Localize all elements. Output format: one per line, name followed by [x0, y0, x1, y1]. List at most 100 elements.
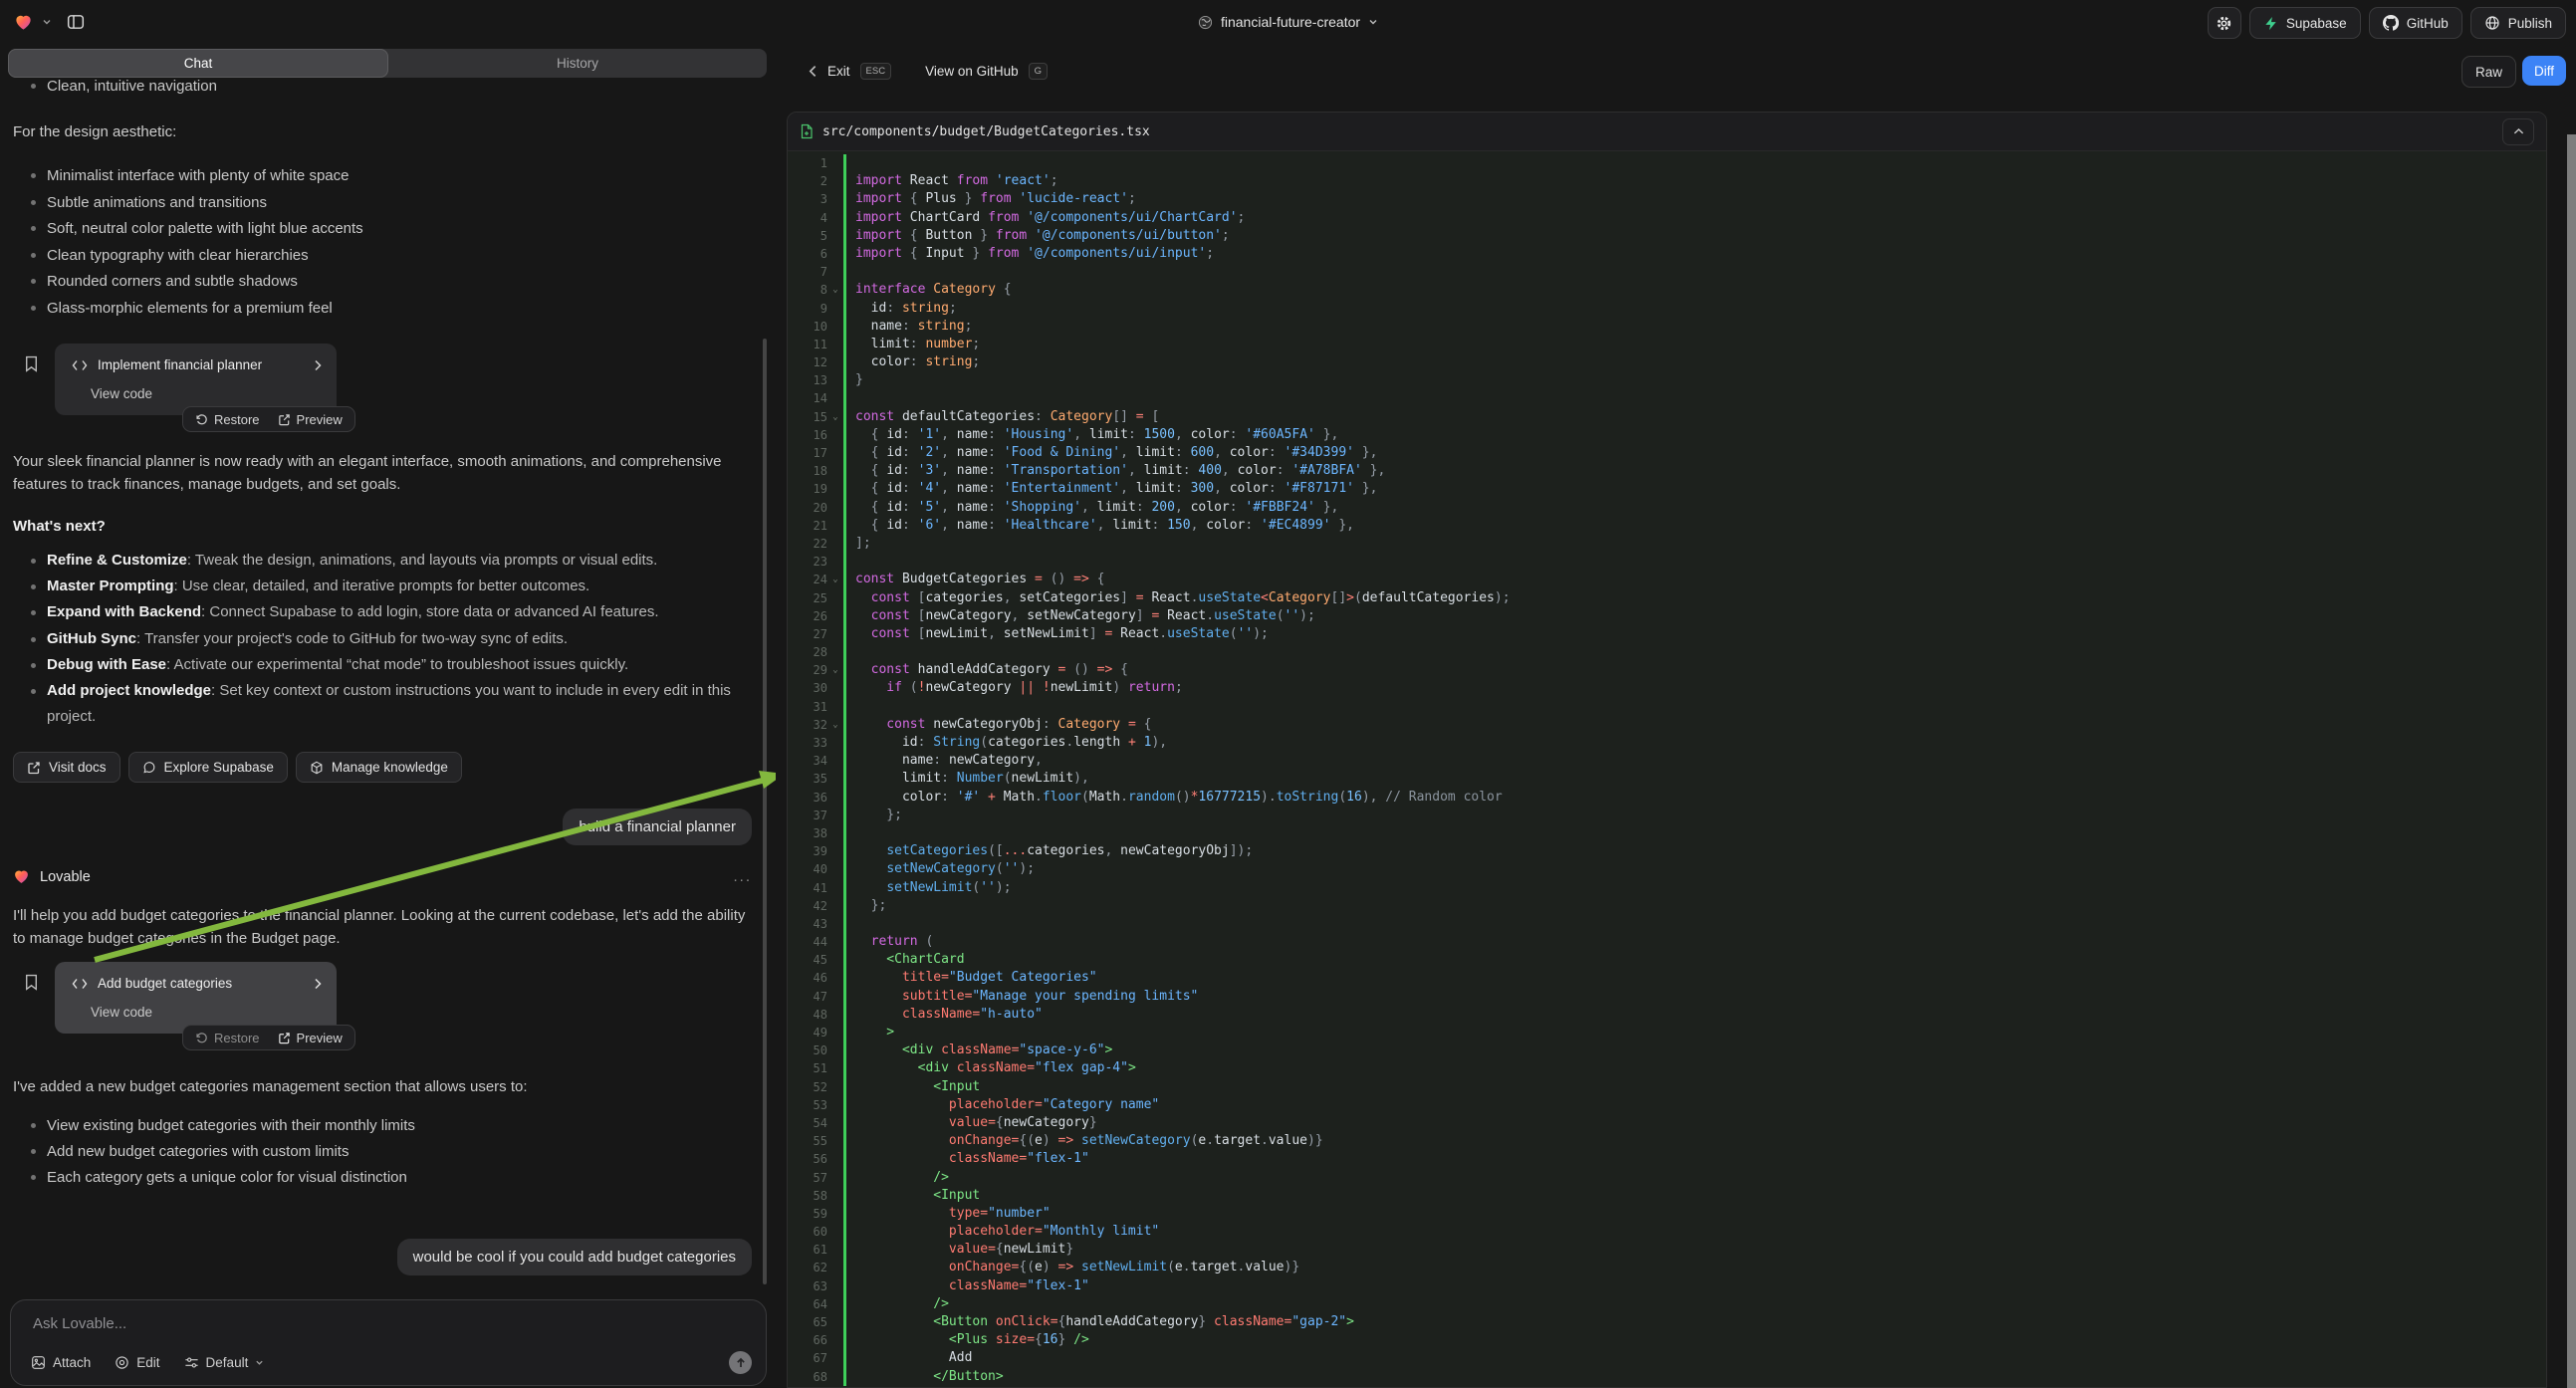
tip-item: Debug with Ease: Activate our experiment…: [0, 652, 752, 678]
code-line: 8⌄interface Category {: [788, 281, 2546, 299]
reply-paragraph: I'll help you add budget categories to t…: [13, 904, 747, 950]
preview-button[interactable]: Preview: [278, 1031, 343, 1045]
raw-toggle-button[interactable]: Raw: [2461, 56, 2516, 88]
file-header[interactable]: src/components/budget/BudgetCategories.t…: [788, 113, 2546, 151]
code-file-card: src/components/budget/BudgetCategories.t…: [787, 112, 2547, 1388]
list-item: Soft, neutral color palette with light b…: [0, 218, 752, 245]
explore-supabase-button[interactable]: Explore Supabase: [128, 752, 288, 783]
code-line: 13}: [788, 371, 2546, 389]
code-line: 3import { Plus } from 'lucide-react';: [788, 190, 2546, 208]
view-code-link[interactable]: View code: [91, 1005, 152, 1020]
code-line: 16 { id: '1', name: 'Housing', limit: 15…: [788, 426, 2546, 444]
lovable-heart-icon: [13, 868, 30, 885]
chat-input[interactable]: Ask Lovable...: [33, 1315, 126, 1332]
code-line: 28: [788, 643, 2546, 661]
bullet-icon: [31, 663, 36, 668]
code-line: 43: [788, 915, 2546, 933]
bullet-icon: [31, 637, 36, 642]
code-line: 39 setCategories([...categories, newCate…: [788, 842, 2546, 860]
diff-toggle-button[interactable]: Diff: [2522, 56, 2566, 86]
supabase-button[interactable]: Supabase: [2249, 7, 2361, 39]
code-line: 40 setNewCategory('');: [788, 860, 2546, 878]
code-line: 47 subtitle="Manage your spending limits…: [788, 988, 2546, 1006]
code-line: 48 className="h-auto": [788, 1006, 2546, 1024]
user-message-bubble: build a financial planner: [563, 809, 752, 845]
github-button[interactable]: GitHub: [2369, 7, 2462, 39]
supabase-label: Supabase: [2286, 16, 2347, 31]
arrow-up-icon: [735, 1357, 747, 1369]
window-scrollbar[interactable]: [2567, 134, 2576, 1388]
code-line: 11 limit: number;: [788, 336, 2546, 353]
whats-next-heading: What's next?: [13, 518, 106, 535]
code-line: 56 className="flex-1": [788, 1150, 2546, 1168]
code-line: 19 { id: '4', name: 'Entertainment', lim…: [788, 480, 2546, 498]
code-line: 42 };: [788, 897, 2546, 915]
code-line: 55 onChange={(e) => setNewCategory(e.tar…: [788, 1132, 2546, 1150]
code-line: 9 id: string;: [788, 300, 2546, 318]
file-path: src/components/budget/BudgetCategories.t…: [822, 124, 2493, 139]
tip-item: Add project knowledge: Set key context o…: [0, 678, 752, 730]
view-on-github-button[interactable]: View on GitHub: [925, 64, 1019, 79]
bullet-icon: [31, 1175, 36, 1180]
publish-globe-icon: [2484, 15, 2500, 31]
fold-chevron-icon[interactable]: ⌄: [827, 281, 843, 299]
edit-card-implement-planner[interactable]: Implement financial planner View code: [55, 344, 337, 415]
attach-button[interactable]: Attach: [31, 1355, 91, 1370]
code-line: 7: [788, 263, 2546, 281]
bullet-icon: [31, 1149, 36, 1154]
manage-knowledge-button[interactable]: Manage knowledge: [296, 752, 462, 783]
added-list: View existing budget categories with the…: [0, 1113, 752, 1191]
fold-chevron-icon[interactable]: ⌄: [827, 716, 843, 734]
bullet-icon: [31, 84, 36, 89]
collapse-file-button[interactable]: [2502, 118, 2534, 145]
code-line: 10 name: string;: [788, 318, 2546, 336]
user-message-bubble: would be cool if you could add budget ca…: [397, 1239, 752, 1275]
fold-chevron-icon[interactable]: ⌄: [827, 661, 843, 679]
code-line: 33 id: String(categories.length + 1),: [788, 734, 2546, 752]
assistant-name: Lovable: [40, 869, 723, 885]
code-line: 24⌄const BudgetCategories = () => {: [788, 571, 2546, 588]
sliders-icon: [184, 1355, 199, 1370]
code-line: 64 />: [788, 1295, 2546, 1313]
tab-chat[interactable]: Chat: [8, 49, 388, 78]
code-line: 54 value={newCategory}: [788, 1114, 2546, 1132]
tab-history[interactable]: History: [388, 49, 767, 78]
edit-card-add-budget-categories[interactable]: Add budget categories View code: [55, 962, 337, 1034]
code-line: 61 value={newLimit}: [788, 1241, 2546, 1259]
exit-button[interactable]: Exit: [827, 64, 850, 79]
code-line: 6import { Input } from '@/components/ui/…: [788, 245, 2546, 263]
chat-scrollbar[interactable]: [763, 339, 767, 1284]
visit-docs-button[interactable]: Visit docs: [13, 752, 120, 783]
publish-button[interactable]: Publish: [2470, 7, 2566, 39]
mode-selector[interactable]: Default: [184, 1355, 265, 1370]
send-button[interactable]: [729, 1351, 752, 1374]
view-code-link[interactable]: View code: [91, 386, 152, 401]
code-lines[interactable]: 12import React from 'react';3import { Pl…: [788, 154, 2546, 1386]
fold-chevron-icon[interactable]: ⌄: [827, 408, 843, 426]
code-line: 51 <div className="flex gap-4">: [788, 1059, 2546, 1077]
code-line: 21 { id: '6', name: 'Healthcare', limit:…: [788, 517, 2546, 535]
preview-button[interactable]: Preview: [278, 412, 343, 427]
github-label: GitHub: [2407, 16, 2449, 31]
bullet-icon: [31, 253, 36, 258]
settings-button[interactable]: [2208, 7, 2241, 39]
restore-button[interactable]: Restore: [195, 412, 260, 427]
edit-button[interactable]: Edit: [115, 1355, 159, 1370]
top-bar: financial-future-creator Supabase: [0, 0, 2576, 44]
bullet-icon: [31, 610, 36, 615]
project-globe-icon: [1198, 15, 1213, 30]
code-panel-header: Exit ESC View on GitHub G Raw Diff: [776, 44, 2576, 98]
code-line: 34 name: newCategory,: [788, 752, 2546, 770]
message-menu-button[interactable]: ...: [733, 868, 752, 885]
code-line: 26 const [newCategory, setNewCategory] =…: [788, 607, 2546, 625]
bookmark-icon[interactable]: [24, 974, 39, 991]
tip-item: Expand with Backend: Connect Supabase to…: [0, 599, 752, 625]
project-switcher[interactable]: financial-future-creator: [0, 0, 2576, 44]
external-link-icon: [278, 1032, 291, 1044]
code-brackets-icon: [72, 359, 88, 371]
code-line: 17 { id: '2', name: 'Food & Dining', lim…: [788, 444, 2546, 462]
fold-chevron-icon[interactable]: ⌄: [827, 571, 843, 588]
list-item: View existing budget categories with the…: [0, 1113, 752, 1139]
bookmark-icon[interactable]: [24, 355, 39, 372]
restore-button-disabled[interactable]: Restore: [195, 1031, 260, 1045]
